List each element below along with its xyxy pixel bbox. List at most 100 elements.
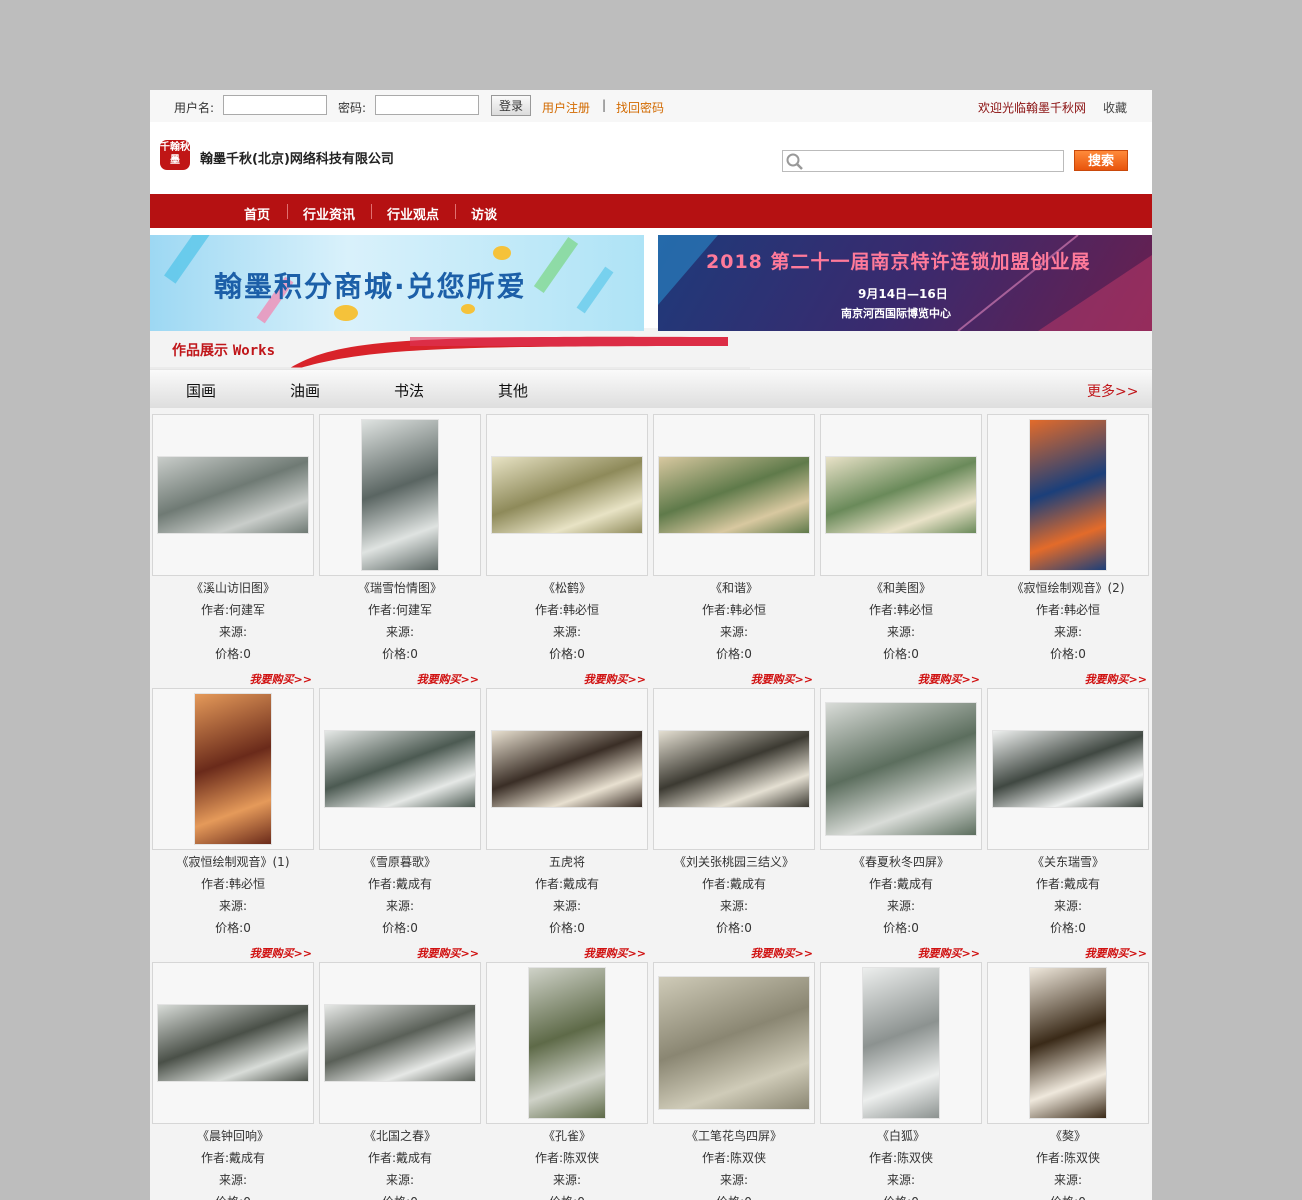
work-title[interactable]: 《刘关张桃园三结义》 <box>653 851 815 873</box>
buy-link[interactable]: 我要购买>> <box>417 671 479 687</box>
search-input[interactable] <box>782 150 1064 172</box>
work-title[interactable]: 《孔雀》 <box>486 1125 648 1147</box>
tab-other[interactable]: 其他 <box>498 380 528 401</box>
work-price: 价格:0 <box>1050 647 1086 661</box>
buy-link[interactable]: 我要购买>> <box>250 945 312 961</box>
buy-link[interactable]: 我要购买>> <box>1085 945 1147 961</box>
work-card[interactable]: 《寂恒绘制观音》(2) 作者:韩必恒 来源: 价格:0 我要购买>> <box>987 414 1149 686</box>
buy-link[interactable]: 我要购买>> <box>918 671 980 687</box>
work-card[interactable]: 《溪山访旧图》 作者:何建军 来源: 价格:0 我要购买>> <box>152 414 314 686</box>
buy-link[interactable]: 我要购买>> <box>584 945 646 961</box>
work-thumbnail[interactable] <box>486 414 648 576</box>
work-title[interactable]: 《北国之春》 <box>319 1125 481 1147</box>
nav-industry-views[interactable]: 行业观点 <box>387 204 439 223</box>
work-thumbnail[interactable] <box>152 962 314 1124</box>
work-thumbnail[interactable] <box>987 962 1149 1124</box>
work-card[interactable]: 《和美图》 作者:韩必恒 来源: 价格:0 我要购买>> <box>820 414 982 686</box>
tab-calligraphy[interactable]: 书法 <box>394 380 424 401</box>
expo-banner[interactable]: 2018 第二十一届南京特许连锁加盟创业展 9月14日—16日 南京河西国际博览… <box>658 235 1152 331</box>
work-card[interactable]: 《工笔花鸟四屏》作者:陈双侠来源:价格:0我要购买>> <box>653 962 815 1200</box>
work-title[interactable]: 《溪山访旧图》 <box>152 577 314 599</box>
work-card[interactable]: 五虎将 作者:戴成有 来源: 价格:0 我要购买>> <box>486 688 648 960</box>
work-thumbnail[interactable] <box>319 414 481 576</box>
work-title[interactable]: 《松鹤》 <box>486 577 648 599</box>
work-thumbnail[interactable] <box>653 688 815 850</box>
register-link[interactable]: 用户注册 <box>542 99 590 116</box>
work-thumbnail[interactable] <box>319 688 481 850</box>
work-title[interactable]: 《獒》 <box>987 1125 1149 1147</box>
buy-link[interactable]: 我要购买>> <box>751 671 813 687</box>
work-thumbnail[interactable] <box>653 414 815 576</box>
work-thumbnail[interactable] <box>152 414 314 576</box>
work-thumbnail[interactable] <box>987 414 1149 576</box>
artwork-image <box>325 1005 475 1081</box>
artwork-image <box>659 457 809 533</box>
work-thumbnail[interactable] <box>820 414 982 576</box>
more-link[interactable]: 更多>> <box>1087 381 1138 401</box>
work-card[interactable]: 《北国之春》作者:戴成有来源:价格:0我要购买>> <box>319 962 481 1200</box>
work-title[interactable]: 五虎将 <box>486 851 648 873</box>
tab-chinese-painting[interactable]: 国画 <box>186 380 216 401</box>
buy-link[interactable]: 我要购买>> <box>751 945 813 961</box>
company-name: 翰墨千秋(北京)网络科技有限公司 <box>200 152 394 167</box>
work-thumbnail[interactable] <box>820 688 982 850</box>
work-author: 作者:戴成有 <box>534 877 600 891</box>
favorite-link[interactable]: 收藏 <box>1103 99 1127 116</box>
category-tabs: 国画 油画 书法 其他 更多>> <box>150 369 1152 408</box>
work-title[interactable]: 《和美图》 <box>820 577 982 599</box>
work-title[interactable]: 《春夏秋冬四屏》 <box>820 851 982 873</box>
work-card[interactable]: 《瑞雪怡情图》 作者:何建军 来源: 价格:0 我要购买>> <box>319 414 481 686</box>
work-card[interactable]: 《和谐》 作者:韩必恒 来源: 价格:0 我要购买>> <box>653 414 815 686</box>
work-price: 价格:0 <box>549 921 585 935</box>
work-title[interactable]: 《白狐》 <box>820 1125 982 1147</box>
work-title[interactable]: 《瑞雪怡情图》 <box>319 577 481 599</box>
work-card[interactable]: 《寂恒绘制观音》(1) 作者:韩必恒 来源: 价格:0 我要购买>> <box>152 688 314 960</box>
nav-home[interactable]: 首页 <box>244 204 270 223</box>
work-card[interactable]: 《獒》作者:陈双侠来源:价格:0我要购买>> <box>987 962 1149 1200</box>
work-thumbnail[interactable] <box>486 688 648 850</box>
work-price: 价格:0 <box>716 647 752 661</box>
search-button[interactable]: 搜索 <box>1074 150 1128 171</box>
buy-link[interactable]: 我要购买>> <box>584 671 646 687</box>
recover-password-link[interactable]: 找回密码 <box>616 99 664 116</box>
work-thumbnail[interactable] <box>653 962 815 1124</box>
username-input[interactable] <box>223 95 327 115</box>
nav-industry-news[interactable]: 行业资讯 <box>303 204 355 223</box>
site-logo[interactable]: 千翰秋墨 <box>160 140 190 170</box>
work-thumbnail[interactable] <box>987 688 1149 850</box>
buy-link[interactable]: 我要购买>> <box>918 945 980 961</box>
work-thumbnail[interactable] <box>152 688 314 850</box>
work-title[interactable]: 《关东瑞雪》 <box>987 851 1149 873</box>
work-card[interactable]: 《白狐》作者:陈双侠来源:价格:0我要购买>> <box>820 962 982 1200</box>
work-card[interactable]: 《松鹤》 作者:韩必恒 来源: 价格:0 我要购买>> <box>486 414 648 686</box>
work-thumbnail[interactable] <box>820 962 982 1124</box>
work-card[interactable]: 《孔雀》作者:陈双侠来源:价格:0我要购买>> <box>486 962 648 1200</box>
tab-oil-painting[interactable]: 油画 <box>290 380 320 401</box>
work-card[interactable]: 《关东瑞雪》 作者:戴成有 来源: 价格:0 我要购买>> <box>987 688 1149 960</box>
work-title[interactable]: 《和谐》 <box>653 577 815 599</box>
points-mall-banner[interactable]: 翰墨积分商城·兑您所爱 <box>150 235 644 331</box>
work-title[interactable]: 《雪原暮歌》 <box>319 851 481 873</box>
password-input[interactable] <box>375 95 479 115</box>
topbar-separator: | <box>602 98 607 112</box>
work-card[interactable]: 《春夏秋冬四屏》 作者:戴成有 来源: 价格:0 我要购买>> <box>820 688 982 960</box>
login-button[interactable]: 登录 <box>491 95 531 116</box>
work-price: 价格:0 <box>820 1191 982 1200</box>
work-author: 作者:戴成有 <box>868 877 934 891</box>
work-card[interactable]: 《刘关张桃园三结义》 作者:戴成有 来源: 价格:0 我要购买>> <box>653 688 815 960</box>
work-thumbnail[interactable] <box>319 962 481 1124</box>
work-author: 作者:陈双侠 <box>701 1151 767 1165</box>
welcome-link[interactable]: 欢迎光临翰墨千秋网 <box>978 99 1086 116</box>
buy-link[interactable]: 我要购买>> <box>417 945 479 961</box>
work-card[interactable]: 《雪原暮歌》 作者:戴成有 来源: 价格:0 我要购买>> <box>319 688 481 960</box>
work-card[interactable]: 《晨钟回响》作者:戴成有来源:价格:0我要购买>> <box>152 962 314 1200</box>
work-title[interactable]: 《晨钟回响》 <box>152 1125 314 1147</box>
work-thumbnail[interactable] <box>486 962 648 1124</box>
artwork-image <box>1030 968 1106 1118</box>
nav-interviews[interactable]: 访谈 <box>471 204 497 223</box>
work-title[interactable]: 《寂恒绘制观音》(2) <box>987 577 1149 599</box>
work-title[interactable]: 《寂恒绘制观音》(1) <box>152 851 314 873</box>
work-title[interactable]: 《工笔花鸟四屏》 <box>653 1125 815 1147</box>
buy-link[interactable]: 我要购买>> <box>250 671 312 687</box>
buy-link[interactable]: 我要购买>> <box>1085 671 1147 687</box>
